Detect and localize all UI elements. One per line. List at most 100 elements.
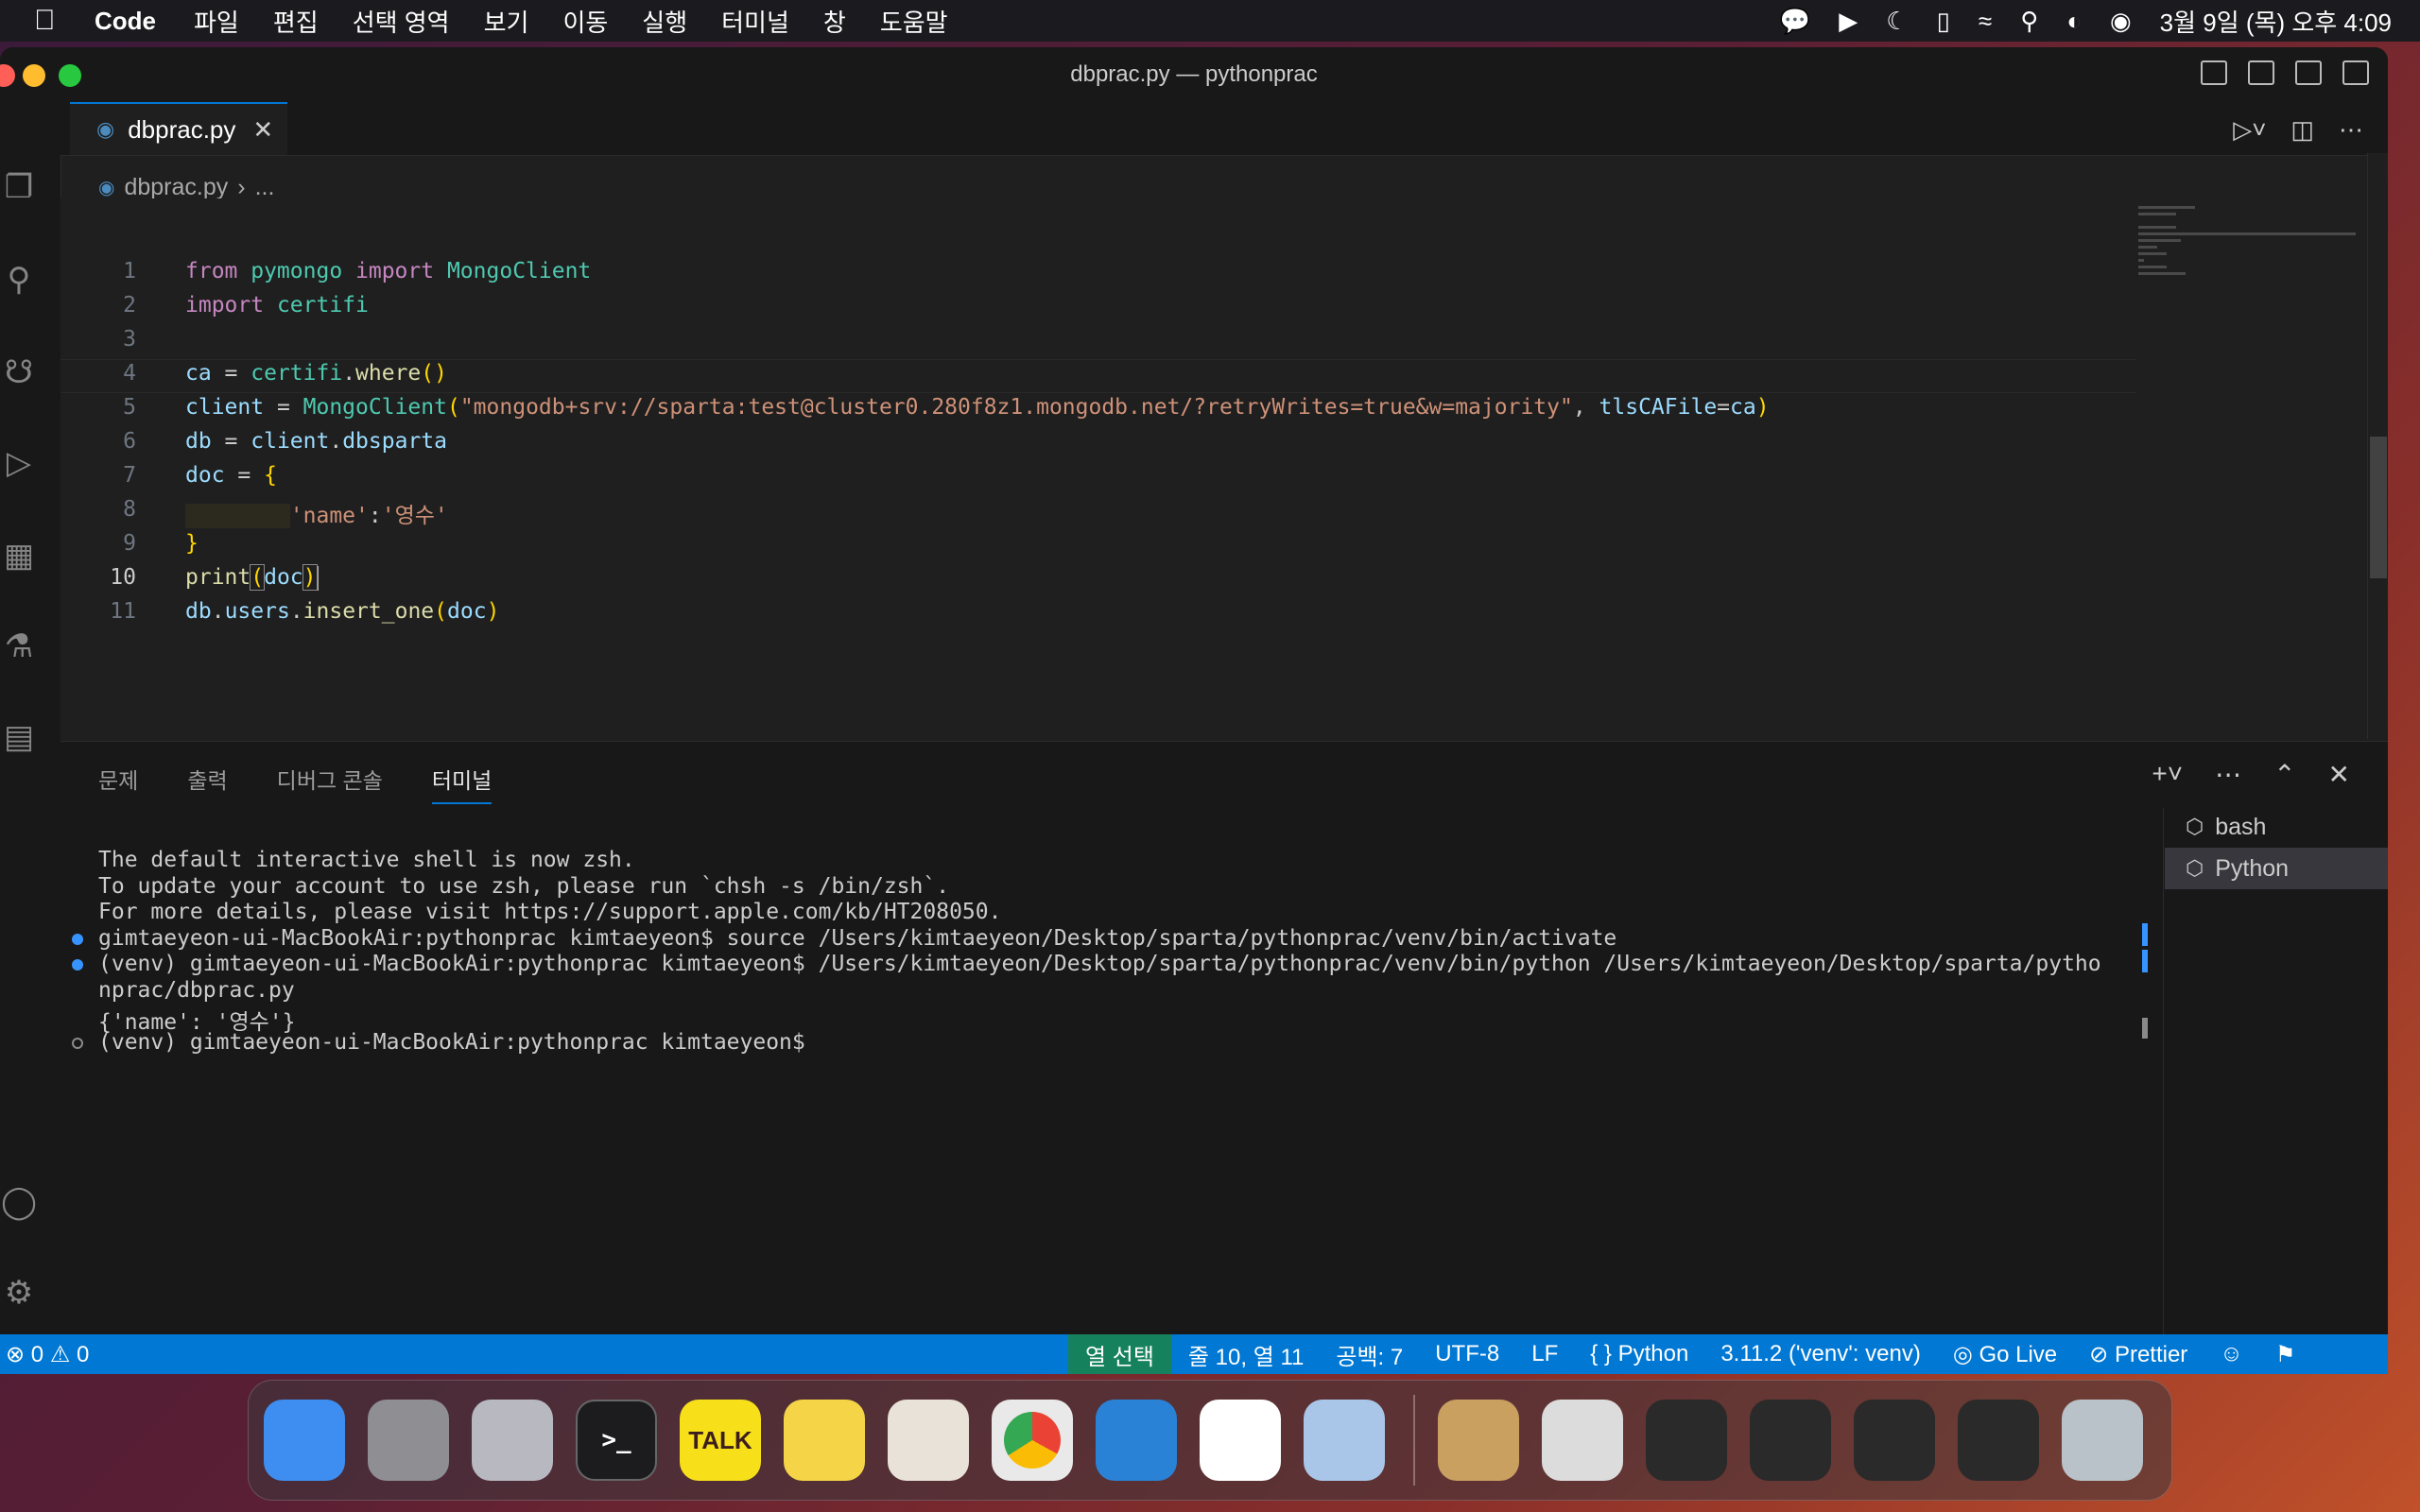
go-live[interactable]: ◎ Go Live — [1953, 1341, 2057, 1368]
minimize-window-button[interactable] — [23, 64, 45, 87]
menubar-app-name[interactable]: Code — [95, 7, 156, 36]
dock-trash[interactable] — [2062, 1400, 2143, 1481]
end-of-line[interactable]: LF — [1531, 1341, 1558, 1367]
code-editor[interactable]: 1 from pymongo import MongoClient 2 impo… — [60, 198, 2358, 747]
menu-file[interactable]: 파일 — [194, 4, 239, 39]
prettier[interactable]: ⊘ Prettier — [2089, 1341, 2187, 1368]
split-editor-icon[interactable]: ◫ — [2290, 115, 2314, 145]
breadcrumb-symbols[interactable]: ... — [255, 174, 275, 201]
dock-slack[interactable] — [1200, 1400, 1281, 1481]
tab-output[interactable]: 출력 — [187, 763, 227, 804]
tab-terminal[interactable]: 터미널 — [431, 763, 493, 804]
testing-icon[interactable]: ⚗ — [0, 627, 38, 665]
toggle-secondary-sidebar-icon[interactable] — [2295, 60, 2322, 85]
code-line-10[interactable]: print(doc) — [185, 564, 319, 591]
maximize-panel-icon[interactable]: ⌃ — [2273, 759, 2295, 790]
toggle-primary-sidebar-icon[interactable] — [2201, 60, 2227, 85]
zoom-window-button[interactable] — [59, 64, 81, 87]
dock-notes[interactable] — [784, 1400, 865, 1481]
dock-finder[interactable] — [264, 1400, 345, 1481]
dock-preview[interactable] — [1304, 1400, 1385, 1481]
dock-archive-utility[interactable] — [1438, 1400, 1519, 1481]
source-control-icon[interactable]: ☋ — [0, 353, 38, 391]
code-line-7[interactable]: doc = { — [185, 463, 277, 488]
dock-system-settings[interactable] — [368, 1400, 449, 1481]
more-actions-icon[interactable]: ⋯ — [2215, 759, 2241, 790]
moon-icon[interactable]: ☾ — [1886, 7, 1908, 36]
dock-launchpad[interactable] — [472, 1400, 553, 1481]
dock-window-thumb-3[interactable] — [1750, 1400, 1831, 1481]
siri-icon[interactable]: ◉ — [2110, 7, 2132, 36]
explorer-icon[interactable]: ❐ — [0, 168, 38, 206]
dock-chrome[interactable] — [992, 1400, 1073, 1481]
menu-view[interactable]: 보기 — [484, 4, 529, 39]
menu-help[interactable]: 도움말 — [880, 4, 948, 39]
menu-selection[interactable]: 선택 영역 — [353, 4, 450, 39]
menu-window[interactable]: 창 — [823, 4, 846, 39]
code-line-4[interactable]: ca = certifi.where() — [185, 361, 447, 386]
problems-indicator[interactable]: ⊗ 0 ⚠ 0 — [6, 1341, 89, 1368]
more-actions-icon[interactable]: ⋯ — [2339, 115, 2363, 145]
dock-cyberduck[interactable] — [888, 1400, 969, 1481]
battery-icon[interactable]: ▯ — [1937, 7, 1950, 36]
tab-debug-console[interactable]: 디버그 콘솔 — [277, 763, 383, 804]
feedback-icon[interactable]: ☺ — [2220, 1341, 2243, 1367]
python-interpreter[interactable]: 3.11.2 ('venv': venv) — [1720, 1341, 1921, 1367]
editor-scrollbar[interactable] — [2367, 153, 2388, 739]
customize-layout-icon[interactable] — [2342, 60, 2369, 85]
wifi-icon[interactable]: ≈ — [1979, 7, 1992, 36]
scrollbar-thumb[interactable] — [2370, 437, 2387, 578]
command-success-decoration[interactable] — [72, 933, 83, 945]
dock-terminal[interactable]: >_ — [576, 1400, 657, 1481]
language-mode[interactable]: { } Python — [1590, 1341, 1688, 1367]
command-success-decoration[interactable] — [72, 959, 83, 971]
messages-icon[interactable]: 💬 — [1780, 7, 1810, 36]
search-icon[interactable]: ⚲ — [0, 261, 38, 299]
menu-run[interactable]: 실행 — [642, 4, 687, 39]
code-line-2[interactable]: import certifi — [185, 293, 369, 318]
dock-kakaotalk[interactable]: TALK — [680, 1400, 761, 1481]
menubar-clock[interactable]: 3월 9일 (목) 오후 4:09 — [2160, 4, 2392, 39]
notifications-bell-icon[interactable]: ⚑ — [2275, 1341, 2296, 1368]
column-selection-mode[interactable]: 열 선택 — [1068, 1334, 1171, 1374]
close-window-button[interactable] — [0, 64, 15, 87]
encoding[interactable]: UTF-8 — [1435, 1341, 1499, 1367]
menu-terminal[interactable]: 터미널 — [721, 4, 789, 39]
remote-explorer-icon[interactable]: ▤ — [0, 718, 38, 756]
breadcrumb-file[interactable]: dbprac.py — [124, 174, 228, 201]
terminal-split-divider[interactable] — [2163, 808, 2164, 1374]
terminal-item-bash[interactable]: ⬡ bash — [2165, 806, 2388, 848]
indentation[interactable]: 공백: 7 — [1336, 1338, 1403, 1371]
dock-window-thumb-5[interactable] — [1958, 1400, 2039, 1481]
terminal-output[interactable]: The default interactive shell is now zsh… — [72, 848, 2197, 1056]
code-line-11[interactable]: db.users.insert_one(doc) — [185, 599, 499, 624]
code-line-1[interactable]: from pymongo import MongoClient — [185, 259, 591, 284]
run-debug-icon[interactable]: ▷ — [0, 444, 38, 482]
play-circle-icon[interactable]: ▶ — [1839, 7, 1858, 36]
close-panel-icon[interactable]: ✕ — [2328, 759, 2350, 790]
dock-vscode[interactable] — [1096, 1400, 1177, 1481]
menu-go[interactable]: 이동 — [562, 4, 608, 39]
settings-gear-icon[interactable]: ⚙ — [0, 1274, 38, 1312]
dock-window-thumb-2[interactable] — [1646, 1400, 1727, 1481]
code-line-8[interactable]: 'name':'영수' — [185, 497, 448, 529]
extensions-icon[interactable]: ▦ — [0, 537, 38, 575]
code-line-6[interactable]: db = client.dbsparta — [185, 429, 447, 454]
minimap[interactable] — [2138, 206, 2365, 275]
new-terminal-icon[interactable]: +˅ — [2152, 759, 2183, 790]
toggle-panel-icon[interactable] — [2248, 60, 2274, 85]
run-python-file-icon[interactable]: ▷˅ — [2233, 115, 2266, 145]
tab-problems[interactable]: 문제 — [98, 763, 138, 804]
code-line-9[interactable]: } — [185, 531, 199, 556]
terminal-item-python[interactable]: ⬡ Python — [2165, 848, 2388, 889]
accounts-icon[interactable]: ◯ — [0, 1183, 38, 1221]
control-center-icon[interactable]: ◐ — [2066, 7, 2082, 36]
apple-menu-icon[interactable]:  — [34, 5, 68, 37]
code-line-5[interactable]: client = MongoClient("mongodb+srv://spar… — [185, 395, 1770, 420]
tab-dbprac-py[interactable]: ◉ dbprac.py ✕ — [70, 102, 287, 155]
cursor-position[interactable]: 줄 10, 열 11 — [1188, 1338, 1304, 1371]
close-tab-icon[interactable]: ✕ — [252, 115, 273, 145]
dock-window-thumb-4[interactable] — [1854, 1400, 1935, 1481]
search-icon[interactable]: ⚲ — [2020, 7, 2038, 36]
dock-window-thumb-1[interactable] — [1542, 1400, 1623, 1481]
